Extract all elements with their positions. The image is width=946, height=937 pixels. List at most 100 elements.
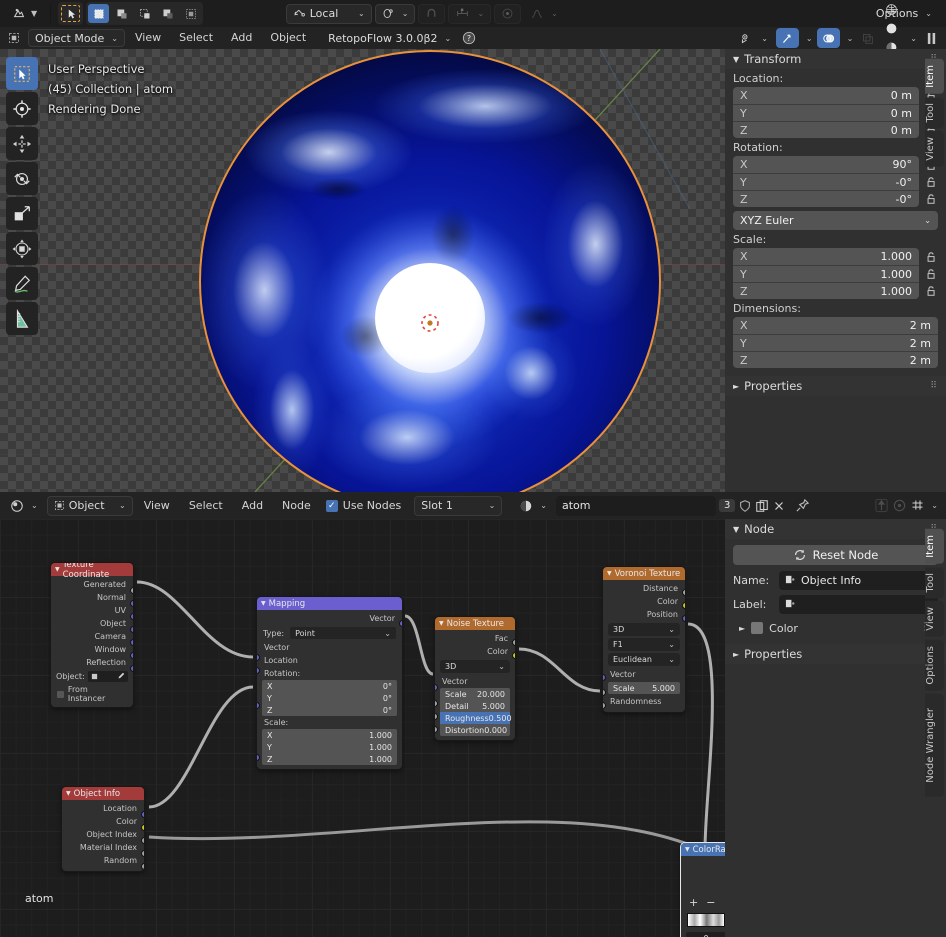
pause-render-button[interactable] <box>921 28 942 48</box>
noise-distortion-field[interactable]: Distortion 0.000 <box>440 724 510 736</box>
tab-tool[interactable]: Tool <box>925 96 944 129</box>
snap-settings-button[interactable]: ⌄ <box>448 3 492 24</box>
retopoflow-menu[interactable]: RetopoFlow 3.0.0β2 ⌄ <box>322 28 457 48</box>
move-tool-button[interactable] <box>6 127 38 160</box>
overlays-icon[interactable] <box>910 498 925 513</box>
material-users-count[interactable]: 3 <box>718 499 736 512</box>
mapping-rotation-x[interactable]: X 0° <box>262 680 397 692</box>
menu-add[interactable]: Add <box>223 28 260 48</box>
from-instancer-checkbox[interactable]: From Instancer <box>51 682 133 703</box>
mapping-type-dropdown[interactable]: Point ⌄ <box>290 627 396 639</box>
node-menu-select[interactable]: Select <box>181 496 231 516</box>
shading-dropdown[interactable]: ⌄ <box>905 28 919 48</box>
use-nodes-toggle[interactable]: ✓ Use Nodes <box>325 499 401 512</box>
dimensions-y-field[interactable]: Y 2 m <box>733 334 938 351</box>
node-header[interactable]: ▼ ColorRam <box>681 843 731 856</box>
socket-object-index[interactable] <box>141 837 144 844</box>
subtract-select-icon[interactable] <box>134 4 155 23</box>
socket-object[interactable] <box>130 626 133 633</box>
object-picker-row[interactable]: Object: <box>51 669 133 682</box>
node-mapping[interactable]: ▼ Mapping Vector Type: Point ⌄ Vector Lo… <box>256 596 403 770</box>
mapping-rotation-y[interactable]: Y 0° <box>262 692 397 704</box>
mapping-rotation-z[interactable]: Z 0° <box>262 704 397 716</box>
output-normal[interactable]: Normal <box>51 591 133 604</box>
tab-item[interactable]: Item <box>925 59 944 94</box>
socket-window[interactable] <box>130 652 133 659</box>
material-browse-button[interactable]: ⌄ <box>513 496 553 516</box>
output-random[interactable]: Random <box>62 854 144 867</box>
wireframe-shading-button[interactable] <box>881 0 902 19</box>
output-camera[interactable]: Camera <box>51 630 133 643</box>
socket-generated[interactable] <box>130 587 133 594</box>
tab-view[interactable]: View <box>925 601 944 637</box>
eyedropper-icon[interactable] <box>117 670 125 683</box>
tweak-tool-button[interactable] <box>6 57 38 90</box>
input-vector[interactable]: Vector <box>257 641 402 654</box>
noise-roughness-field[interactable]: Roughness 0.500 <box>440 712 512 724</box>
visibility-selector[interactable]: ⌄ <box>733 28 774 48</box>
node-header[interactable]: ▼ Voronoi Texture <box>603 567 685 580</box>
voronoi-metric-dropdown[interactable]: Euclidean ⌄ <box>608 653 680 666</box>
dimensions-z-field[interactable]: Z 2 m <box>733 351 938 368</box>
cursor-tool-button[interactable] <box>6 92 38 125</box>
input-vector[interactable]: Vector <box>603 668 685 681</box>
lock-open-icon[interactable] <box>924 176 938 188</box>
difference-select-icon[interactable] <box>180 4 201 23</box>
color-swatch[interactable] <box>751 622 764 634</box>
mapping-scale-y[interactable]: Y 1.000 <box>262 741 397 753</box>
snap-toggle-button[interactable] <box>418 3 446 24</box>
add-stop-button[interactable]: + <box>689 896 698 909</box>
output-color[interactable]: Color <box>603 595 685 608</box>
output-uv[interactable]: UV <box>51 604 133 617</box>
pivot-point-selector[interactable]: ⌄ <box>374 3 416 24</box>
noise-dimension-dropdown[interactable]: 3D ⌄ <box>440 660 510 673</box>
dimensions-x-field[interactable]: X 2 m <box>733 317 938 334</box>
rotation-z-field[interactable]: Z -0° <box>733 190 919 207</box>
xray-toggle[interactable] <box>857 28 878 48</box>
overlays-dropdown[interactable]: ⌄ <box>842 28 856 48</box>
editor-type-selector-viewport[interactable] <box>4 28 26 48</box>
gizmo-toggle[interactable] <box>775 28 799 48</box>
voronoi-scale-field[interactable]: Scale 5.000 <box>608 682 680 694</box>
tweak-tool-button[interactable] <box>60 4 81 23</box>
chevron-down-icon[interactable]: ⌄ <box>931 501 938 510</box>
socket-distance[interactable] <box>682 589 685 596</box>
mapping-scale-z[interactable]: Z 1.000 <box>262 753 397 765</box>
transform-panel-header[interactable]: ▼ Transform ⠿ <box>725 49 946 69</box>
annotate-tool-button[interactable] <box>6 267 38 300</box>
output-material-index[interactable]: Material Index <box>62 841 144 854</box>
voronoi-dimension-dropdown[interactable]: 3D ⌄ <box>608 623 680 636</box>
proportional-edit-icon[interactable] <box>892 498 907 513</box>
socket-fac[interactable] <box>512 639 515 646</box>
scale-y-field[interactable]: Y 1.000 <box>733 265 919 282</box>
extend-select-icon[interactable] <box>111 4 132 23</box>
lock-open-icon[interactable] <box>924 268 938 280</box>
output-color[interactable]: Color <box>62 815 144 828</box>
node-header[interactable]: ▼ Texture Coordinate <box>51 563 133 580</box>
solid-shading-button[interactable] <box>881 19 902 38</box>
output-location[interactable]: Location <box>62 802 144 815</box>
socket-normal[interactable] <box>130 600 133 607</box>
mapping-scale-x[interactable]: X 1.000 <box>262 729 397 741</box>
output-window[interactable]: Window <box>51 643 133 656</box>
socket-location[interactable] <box>141 811 144 818</box>
rotation-y-field[interactable]: Y -0° <box>733 173 919 190</box>
slot-selector[interactable]: Slot 1 ⌄ <box>414 495 503 516</box>
unlink-icon[interactable] <box>772 499 786 513</box>
rotate-tool-button[interactable] <box>6 162 38 195</box>
socket-camera[interactable] <box>130 639 133 646</box>
menu-object[interactable]: Object <box>262 28 314 48</box>
node-label-input[interactable] <box>779 595 938 614</box>
noise-detail-field[interactable]: Detail 5.000 <box>440 700 510 712</box>
node-object-info[interactable]: ▼ Object Info Location Color Object Inde… <box>61 786 145 872</box>
node-panel-header[interactable]: ▼ Node ⠿ <box>725 519 946 539</box>
transform-tool-button[interactable] <box>6 232 38 265</box>
tab-node-wrangler[interactable]: Node Wrangler <box>925 693 944 797</box>
socket-color[interactable] <box>141 824 144 831</box>
output-color[interactable]: Color <box>435 645 515 658</box>
node-color-row[interactable]: ► Color <box>725 614 946 636</box>
overlays-toggle[interactable] <box>816 28 840 48</box>
scale-z-field[interactable]: Z 1.000 <box>733 282 919 299</box>
voronoi-feature-dropdown[interactable]: F1 ⌄ <box>608 638 680 651</box>
rotation-mode-dropdown[interactable]: XYZ Euler ⌄ <box>733 211 938 230</box>
